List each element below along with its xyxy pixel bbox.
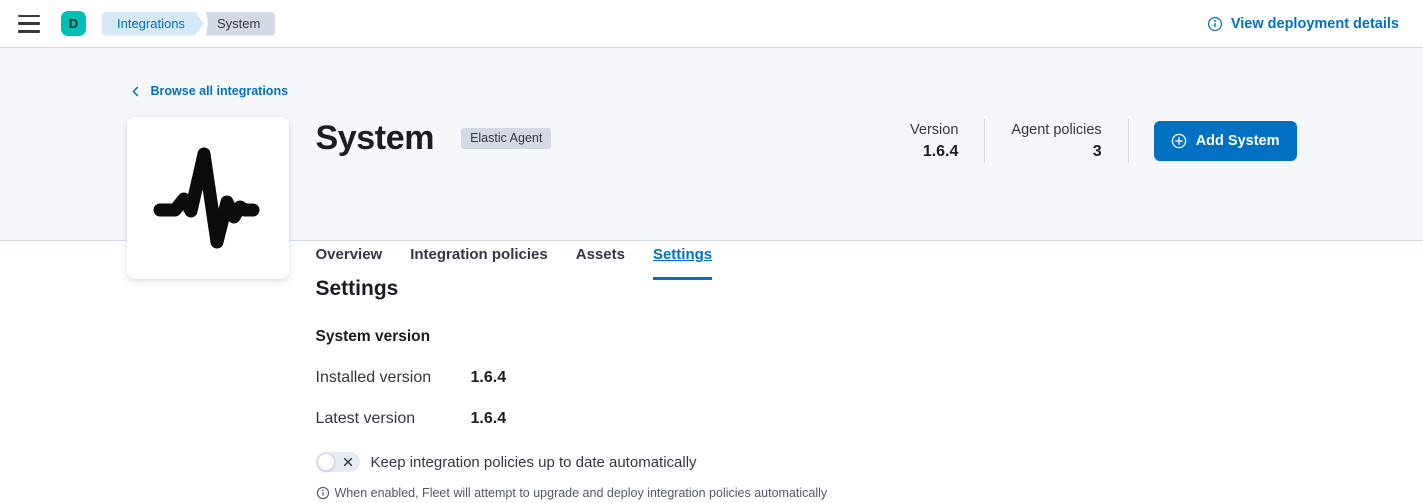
- auto-upgrade-toggle-row: Keep integration policies up to date aut…: [316, 452, 697, 472]
- auto-upgrade-toggle[interactable]: [316, 452, 360, 472]
- view-deployment-details-label: View deployment details: [1231, 16, 1399, 32]
- breadcrumb-system: System: [197, 12, 275, 36]
- stat-divider: [1128, 119, 1129, 163]
- system-waveform-icon: [127, 117, 289, 279]
- tab-integration-policies[interactable]: Integration policies: [410, 246, 548, 280]
- avatar[interactable]: D: [61, 11, 86, 36]
- menu-icon[interactable]: [18, 15, 40, 33]
- auto-upgrade-help: When enabled, Fleet will attempt to upgr…: [316, 486, 1297, 500]
- elastic-agent-badge: Elastic Agent: [461, 128, 551, 149]
- integration-tabs: Overview Integration policies Assets Set…: [316, 246, 1297, 279]
- tab-settings[interactable]: Settings: [653, 246, 712, 280]
- version-stat-value: 1.6.4: [910, 143, 958, 161]
- version-stat-label: Version: [910, 122, 958, 138]
- agent-policies-stat-value: 3: [1011, 143, 1101, 161]
- info-icon: [1207, 16, 1223, 32]
- latest-version-label: Latest version: [316, 410, 471, 428]
- installed-version-value: 1.6.4: [471, 369, 507, 387]
- plus-circle-icon: [1171, 133, 1187, 149]
- auto-upgrade-help-text: When enabled, Fleet will attempt to upgr…: [335, 486, 828, 500]
- version-stat: Version 1.6.4: [884, 122, 984, 161]
- latest-version-value: 1.6.4: [471, 410, 507, 428]
- latest-version-row: Latest version 1.6.4: [316, 410, 1297, 428]
- integration-logo-card: [127, 117, 289, 279]
- settings-heading: Settings: [316, 277, 1297, 301]
- auto-upgrade-toggle-label[interactable]: Keep integration policies up to date aut…: [371, 454, 697, 471]
- browse-all-integrations-label: Browse all integrations: [151, 84, 289, 98]
- view-deployment-details-link[interactable]: View deployment details: [1207, 16, 1399, 32]
- agent-policies-stat: Agent policies 3: [985, 122, 1127, 161]
- breadcrumb: Integrations System: [102, 12, 275, 36]
- header-stats: Version 1.6.4 Agent policies 3: [884, 119, 1296, 163]
- agent-policies-stat-label: Agent policies: [1011, 122, 1101, 138]
- chevron-left-icon: [129, 85, 142, 98]
- toggle-knob: [317, 453, 335, 471]
- tab-overview[interactable]: Overview: [316, 246, 383, 280]
- installed-version-row: Installed version 1.6.4: [316, 369, 1297, 387]
- add-system-button-label: Add System: [1196, 133, 1280, 149]
- tab-assets[interactable]: Assets: [576, 246, 625, 280]
- installed-version-label: Installed version: [316, 369, 471, 387]
- toggle-off-cross-icon: [343, 457, 353, 467]
- info-icon: [316, 486, 330, 500]
- system-version-subheading: System version: [316, 328, 1297, 346]
- top-bar: D Integrations System View deployment de…: [0, 0, 1423, 48]
- integration-header: Browse all integrations System Elastic A…: [0, 48, 1423, 241]
- page-title: System: [316, 119, 435, 158]
- breadcrumb-integrations[interactable]: Integrations: [102, 12, 204, 36]
- browse-all-integrations-link[interactable]: Browse all integrations: [127, 84, 289, 98]
- add-system-button[interactable]: Add System: [1154, 121, 1297, 161]
